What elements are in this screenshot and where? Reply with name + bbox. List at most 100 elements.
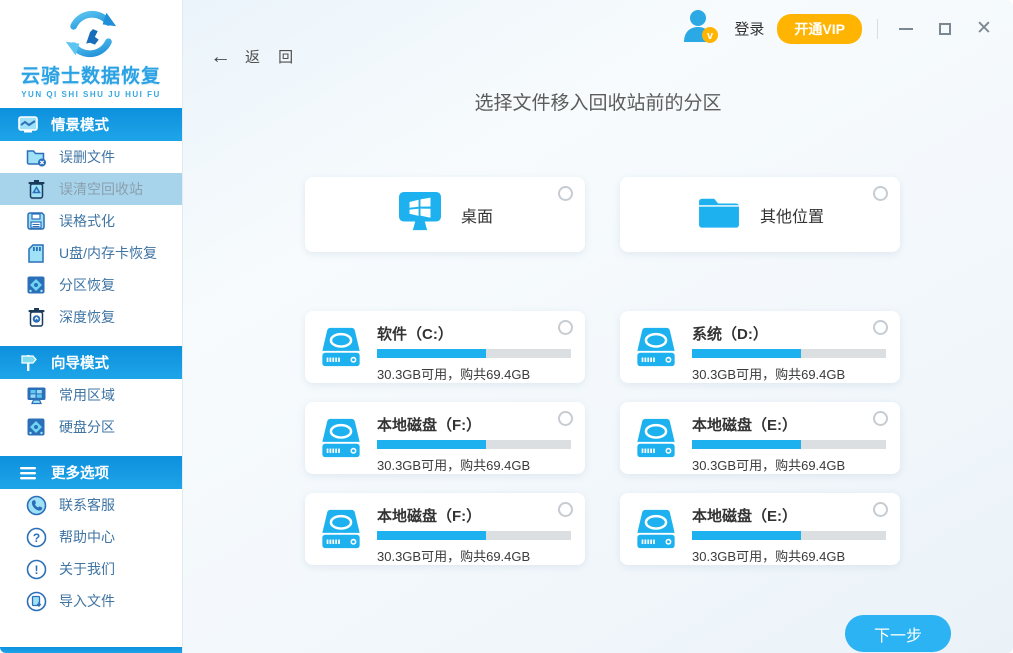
drive-icon	[633, 504, 679, 555]
app-subtitle: YUN QI SHI SHU JU HUI FU	[0, 90, 182, 99]
back-arrow-icon: ←	[210, 46, 231, 67]
radio-button[interactable]	[558, 411, 573, 426]
usb-sd-recovery-icon	[25, 242, 47, 264]
capacity-progress	[377, 440, 571, 449]
folder-icon	[696, 193, 742, 236]
capacity-progress-fill	[692, 440, 801, 449]
drive-card[interactable]: 系统（D:） 30.3GB可用，购共69.4GB	[620, 311, 900, 383]
svg-text:v: v	[707, 30, 714, 42]
minimize-icon[interactable]	[893, 16, 919, 42]
drive-card[interactable]: 本地磁盘（F:） 30.3GB可用，购共69.4GB	[305, 493, 585, 565]
capacity-progress	[692, 349, 886, 358]
drive-capacity-text: 30.3GB可用，购共69.4GB	[692, 546, 886, 565]
drive-icon	[318, 504, 364, 555]
page-title: 选择文件移入回收站前的分区	[183, 88, 1013, 115]
scene-mode-icon	[17, 114, 39, 136]
sidebar-item-disk-partition[interactable]: 硬盘分区	[0, 411, 182, 443]
capacity-progress	[377, 531, 571, 540]
sidebar-item-help-center[interactable]: ? 帮助中心	[0, 521, 182, 553]
location-card-other-location[interactable]: 其他位置	[620, 177, 900, 252]
capacity-progress-fill	[692, 349, 801, 358]
sidebar-item-emptied-recycle-bin[interactable]: 误清空回收站	[0, 173, 182, 205]
radio-button[interactable]	[558, 320, 573, 335]
drive-card[interactable]: 本地磁盘（E:） 30.3GB可用，购共69.4GB	[620, 402, 900, 474]
drive-name: 本地磁盘（E:）	[692, 505, 886, 526]
more-options-icon	[17, 462, 39, 484]
sidebar-item-import-file[interactable]: 导入文件	[0, 585, 182, 617]
open-vip-button[interactable]: 开通VIP	[777, 14, 862, 44]
capacity-progress	[377, 349, 571, 358]
drive-capacity-text: 30.3GB可用，购共69.4GB	[377, 455, 571, 474]
drive-capacity-text: 30.3GB可用，购共69.4GB	[377, 546, 571, 565]
app-logo: 云骑士数据恢复 YUN QI SHI SHU JU HUI FU	[0, 0, 182, 108]
controls-divider	[877, 19, 878, 39]
help-center-icon: ?	[25, 526, 47, 548]
sidebar-section-scene-mode: 情景模式	[0, 108, 182, 141]
sidebar-nav: 情景模式 误删文件 误清空回收站 误格式化 U盘/内存卡恢复 分区恢复 深度恢复…	[0, 108, 182, 617]
drive-card[interactable]: 本地磁盘（F:） 30.3GB可用，购共69.4GB	[305, 402, 585, 474]
location-card-desktop[interactable]: 桌面	[305, 177, 585, 252]
capacity-progress-fill	[377, 440, 486, 449]
partition-recovery-icon	[25, 274, 47, 296]
drive-icon	[633, 413, 679, 464]
sidebar-item-contact-support[interactable]: 联系客服	[0, 489, 182, 521]
maximize-icon[interactable]	[932, 16, 958, 42]
emptied-recycle-bin-icon	[25, 178, 47, 200]
sidebar-item-usb-sd-recovery[interactable]: U盘/内存卡恢复	[0, 237, 182, 269]
sidebar: 云骑士数据恢复 YUN QI SHI SHU JU HUI FU 情景模式 误删…	[0, 0, 183, 653]
capacity-progress-fill	[377, 349, 486, 358]
drive-card[interactable]: 本地磁盘（E:） 30.3GB可用，购共69.4GB	[620, 493, 900, 565]
misdeleted-files-icon	[25, 146, 47, 168]
app-title: 云骑士数据恢复	[0, 61, 182, 88]
logo-recycle-arrows-icon	[0, 5, 182, 63]
capacity-progress-fill	[377, 531, 486, 540]
location-card-grid: 桌面 其他位置	[305, 177, 900, 252]
drive-icon	[318, 322, 364, 373]
radio-button[interactable]	[873, 320, 888, 335]
drive-name: 系统（D:）	[692, 323, 886, 344]
sidebar-item-common-areas[interactable]: 常用区域	[0, 379, 182, 411]
svg-text:!: !	[34, 563, 38, 577]
common-areas-icon	[25, 384, 47, 406]
sidebar-item-misformatted[interactable]: 误格式化	[0, 205, 182, 237]
drive-card[interactable]: 软件（C:） 30.3GB可用，购共69.4GB	[305, 311, 585, 383]
disk-partition-icon	[25, 416, 47, 438]
app-window: v 登录 开通VIP ✕	[0, 0, 1013, 653]
drive-name: 本地磁盘（F:）	[377, 505, 571, 526]
close-icon[interactable]: ✕	[971, 16, 997, 42]
capacity-progress	[692, 531, 886, 540]
drive-name: 本地磁盘（F:）	[377, 414, 571, 435]
sidebar-item-about-us[interactable]: ! 关于我们	[0, 553, 182, 585]
capacity-progress	[692, 440, 886, 449]
svg-text:?: ?	[32, 531, 39, 545]
next-step-button[interactable]: 下一步	[845, 615, 951, 652]
sidebar-section-more-options: 更多选项	[0, 456, 182, 489]
back-label: 返 回	[245, 46, 300, 67]
radio-button[interactable]	[873, 186, 888, 201]
sidebar-item-deep-recovery[interactable]: 深度恢复	[0, 301, 182, 333]
drive-card-grid: 软件（C:） 30.3GB可用，购共69.4GB 系统（D:） 30.3GB可用…	[305, 311, 900, 565]
capacity-progress-fill	[692, 531, 801, 540]
about-us-icon: !	[25, 558, 47, 580]
drive-name: 本地磁盘（E:）	[692, 414, 886, 435]
contact-support-icon	[25, 494, 47, 516]
titlebar: v 登录 开通VIP ✕	[681, 8, 997, 49]
user-avatar-icon[interactable]: v	[681, 8, 721, 49]
deep-recovery-icon	[25, 306, 47, 328]
login-link[interactable]: 登录	[734, 18, 764, 39]
sidebar-bottom-bar	[0, 647, 182, 653]
drive-icon	[633, 322, 679, 373]
wizard-mode-icon	[17, 352, 39, 374]
desktop-icon	[397, 191, 443, 238]
sidebar-item-partition-recovery[interactable]: 分区恢复	[0, 269, 182, 301]
radio-button[interactable]	[873, 411, 888, 426]
back-button[interactable]: ← 返 回	[210, 46, 300, 67]
radio-button[interactable]	[558, 186, 573, 201]
sidebar-item-misdeleted-files[interactable]: 误删文件	[0, 141, 182, 173]
drive-icon	[318, 413, 364, 464]
misformatted-icon	[25, 210, 47, 232]
radio-button[interactable]	[873, 502, 888, 517]
radio-button[interactable]	[558, 502, 573, 517]
drive-capacity-text: 30.3GB可用，购共69.4GB	[692, 455, 886, 474]
drive-capacity-text: 30.3GB可用，购共69.4GB	[692, 364, 886, 383]
